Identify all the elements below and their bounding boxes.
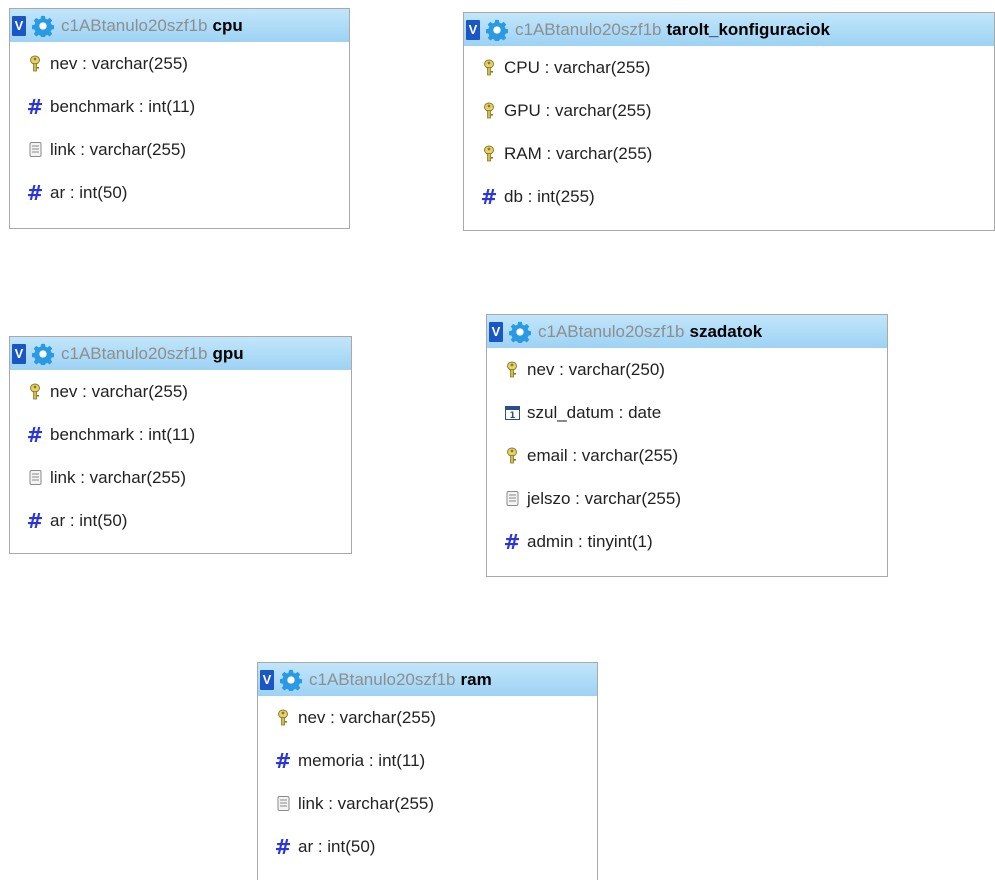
gear-icon[interactable] [280,669,302,691]
hash-icon: # [503,529,521,554]
column-label: benchmark : int(11) [50,424,196,444]
table-gpu[interactable]: V c1ABtanulo20szf1b gpu nev : varchar(25… [9,336,352,554]
column-row[interactable]: link : varchar(255) [10,128,349,171]
table-tarolt-konfiguraciok[interactable]: V c1ABtanulo20szf1b tarolt_konfiguraciok… [463,12,995,231]
hash-icon: # [480,184,498,209]
column-row[interactable]: nev : varchar(255) [258,696,597,739]
column-label: nev : varchar(250) [527,359,665,379]
database-name: c1ABtanulo20szf1b [61,15,208,35]
key-icon [481,145,497,163]
calendar-icon: 1 [504,404,520,422]
column-row[interactable]: jelszo : varchar(255) [487,477,887,520]
text-field-icon [27,141,43,159]
column-row[interactable]: # benchmark : int(11) [10,413,351,456]
column-label: CPU : varchar(255) [504,57,651,77]
column-row[interactable]: # ar : int(50) [258,825,597,868]
column-row[interactable]: email : varchar(255) [487,434,887,477]
column-label: benchmark : int(11) [50,96,196,116]
table-header[interactable]: V c1ABtanulo20szf1b ram [258,663,597,696]
database-name: c1ABtanulo20szf1b [515,19,662,39]
key-icon [27,55,43,73]
gear-icon[interactable] [486,19,508,41]
collapse-toggle-button[interactable]: V [12,343,26,364]
column-row[interactable]: nev : varchar(255) [10,370,351,413]
column-label: szul_datum : date [527,402,662,422]
column-row[interactable]: # admin : tinyint(1) [487,520,887,563]
column-row[interactable]: GPU : varchar(255) [464,89,994,132]
column-label: jelszo : varchar(255) [527,488,682,508]
column-label: RAM : varchar(255) [504,143,653,163]
hash-icon: # [26,94,44,119]
key-icon [504,447,520,465]
table-header[interactable]: V c1ABtanulo20szf1b cpu [10,9,349,42]
column-label: ar : int(50) [50,182,128,202]
column-label: ar : int(50) [298,836,376,856]
key-icon [504,361,520,379]
key-icon [27,383,43,401]
table-name[interactable]: gpu [213,344,244,364]
text-field-icon [275,795,291,813]
column-label: nev : varchar(255) [50,381,188,401]
column-label: nev : varchar(255) [298,707,436,727]
hash-icon: # [26,180,44,205]
column-label: admin : tinyint(1) [527,531,653,551]
hash-icon: # [274,748,292,773]
column-row[interactable]: # benchmark : int(11) [10,85,349,128]
table-szadatok[interactable]: V c1ABtanulo20szf1b szadatok nev : varch… [486,314,888,577]
gear-icon[interactable] [509,321,531,343]
table-header[interactable]: V c1ABtanulo20szf1b tarolt_konfiguraciok [464,13,994,46]
column-label: db : int(255) [504,186,595,206]
collapse-toggle-button[interactable]: V [12,15,26,36]
column-row[interactable]: link : varchar(255) [10,456,351,499]
hash-icon: # [26,422,44,447]
table-name[interactable]: szadatok [690,322,763,342]
table-ram[interactable]: V c1ABtanulo20szf1b ram nev : varchar(25… [257,662,598,880]
collapse-toggle-button[interactable]: V [260,669,274,690]
table-header[interactable]: V c1ABtanulo20szf1b szadatok [487,315,887,348]
table-cpu[interactable]: V c1ABtanulo20szf1b cpu nev : varchar(25… [9,8,350,229]
table-header[interactable]: V c1ABtanulo20szf1b gpu [10,337,351,370]
gear-icon[interactable] [32,15,54,37]
column-row[interactable]: # ar : int(50) [10,171,349,214]
database-name: c1ABtanulo20szf1b [61,343,208,363]
hash-icon: # [274,834,292,859]
collapse-toggle-button[interactable]: V [489,321,503,342]
svg-text:1: 1 [509,411,515,420]
column-row[interactable]: nev : varchar(250) [487,348,887,391]
database-name: c1ABtanulo20szf1b [309,669,456,689]
column-row[interactable]: CPU : varchar(255) [464,46,994,89]
column-label: ar : int(50) [50,510,128,530]
column-label: GPU : varchar(255) [504,100,652,120]
table-name[interactable]: cpu [213,16,243,36]
column-row[interactable]: # db : int(255) [464,175,994,218]
column-label: link : varchar(255) [50,139,187,159]
column-label: link : varchar(255) [50,467,187,487]
table-name[interactable]: tarolt_konfiguraciok [667,20,830,40]
text-field-icon [504,490,520,508]
text-field-icon [27,469,43,487]
column-row[interactable]: RAM : varchar(255) [464,132,994,175]
database-name: c1ABtanulo20szf1b [538,321,685,341]
table-name[interactable]: ram [461,670,492,690]
hash-icon: # [26,508,44,533]
column-label: link : varchar(255) [298,793,435,813]
column-row[interactable]: link : varchar(255) [258,782,597,825]
column-row[interactable]: nev : varchar(255) [10,42,349,85]
key-icon [481,102,497,120]
key-icon [481,59,497,77]
column-row[interactable]: # memoria : int(11) [258,739,597,782]
column-label: email : varchar(255) [527,445,679,465]
gear-icon[interactable] [32,343,54,365]
column-row[interactable]: 1 szul_datum : date [487,391,887,434]
key-icon [275,709,291,727]
column-label: memoria : int(11) [298,750,426,770]
column-label: nev : varchar(255) [50,53,188,73]
column-row[interactable]: # ar : int(50) [10,499,351,542]
collapse-toggle-button[interactable]: V [466,19,480,40]
